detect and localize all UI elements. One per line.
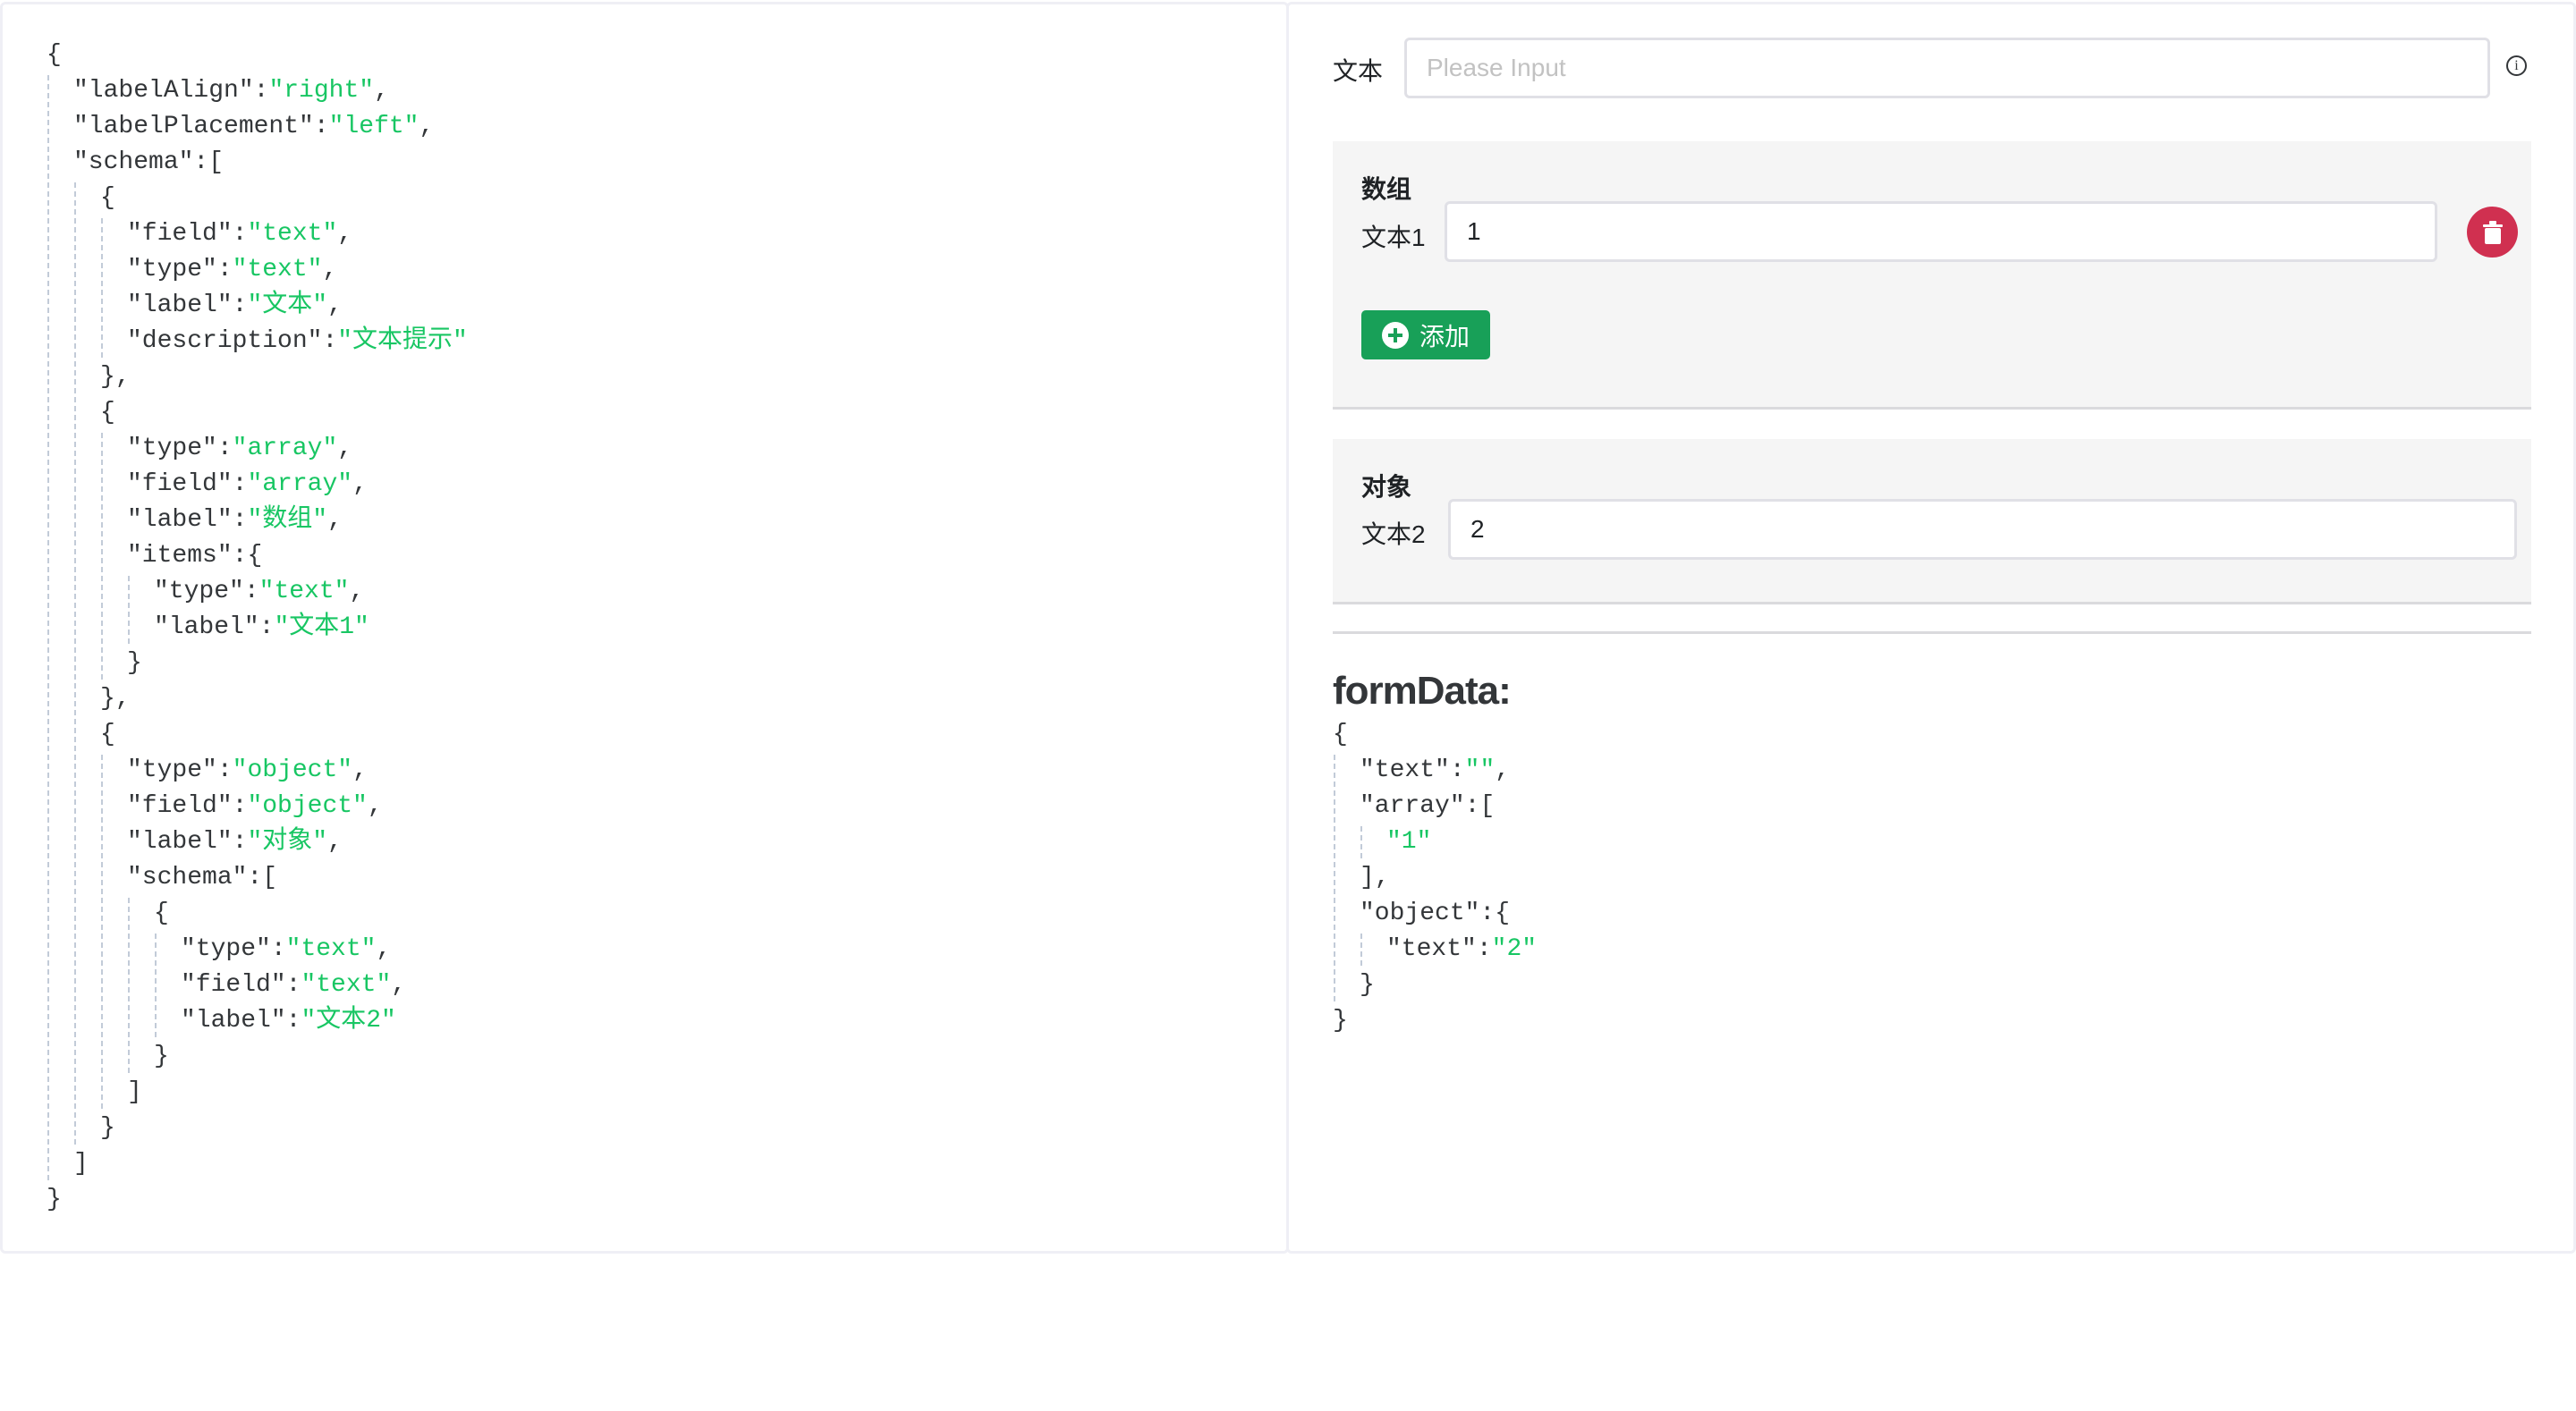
object-field-label: 文本2 bbox=[1361, 520, 1426, 548]
code-line: "items":{ bbox=[127, 542, 263, 570]
code-line: "field":"object", bbox=[127, 792, 383, 820]
code-line: { bbox=[1333, 721, 1348, 748]
info-circle-icon[interactable]: i bbox=[2506, 55, 2527, 76]
object-field-input[interactable]: 2 bbox=[1448, 499, 2517, 560]
code-line: }, bbox=[100, 685, 131, 713]
code-line: "1" bbox=[1386, 828, 1432, 856]
code-line: "text":"", bbox=[1360, 756, 1511, 784]
code-line: "text":"2" bbox=[1386, 935, 1538, 963]
indent-guide bbox=[155, 934, 157, 1037]
add-item-label: 添加 bbox=[1419, 322, 1470, 351]
code-line: { bbox=[100, 184, 115, 212]
indent-guide bbox=[1360, 934, 1362, 966]
indent-guide bbox=[101, 755, 103, 1109]
array-item-label: 文本1 bbox=[1361, 224, 1426, 251]
code-line: "array":[ bbox=[1360, 792, 1496, 820]
code-line: "schema":[ bbox=[73, 148, 225, 176]
code-line: "labelPlacement":"left", bbox=[73, 113, 435, 140]
code-line: "label":"文本", bbox=[127, 291, 343, 319]
code-line: }, bbox=[100, 363, 131, 391]
code-line: "label":"文本1" bbox=[154, 613, 369, 641]
code-line: { bbox=[47, 41, 62, 69]
code-line: ] bbox=[73, 1150, 89, 1178]
indent-guide bbox=[128, 576, 130, 644]
object-group-title: 对象 bbox=[1361, 473, 1412, 501]
code-line: "type":"text", bbox=[154, 578, 365, 605]
plus-circle-icon bbox=[1381, 321, 1409, 349]
code-line: } bbox=[47, 1186, 62, 1213]
code-line: } bbox=[1360, 971, 1375, 999]
code-line: "field":"array", bbox=[127, 470, 368, 498]
indent-guide bbox=[128, 898, 130, 1073]
indent-guide bbox=[1334, 755, 1335, 1001]
code-line: "label":"对象", bbox=[127, 828, 343, 856]
code-line: "object":{ bbox=[1360, 900, 1511, 927]
indent-guide bbox=[47, 75, 49, 1180]
indent-guide bbox=[74, 182, 76, 1145]
code-line: { bbox=[100, 721, 115, 748]
code-line: "labelAlign":"right", bbox=[73, 77, 389, 105]
delete-item-button[interactable] bbox=[2467, 207, 2518, 258]
code-line: "type":"array", bbox=[127, 435, 353, 462]
code-line: "description":"文本提示" bbox=[127, 327, 468, 355]
code-line: "field":"text", bbox=[127, 220, 353, 248]
code-line: { bbox=[154, 900, 169, 927]
code-line: "type":"object", bbox=[127, 756, 368, 784]
array-item-input[interactable]: 1 bbox=[1445, 201, 2437, 262]
code-line: } bbox=[100, 1114, 115, 1142]
code-line: ] bbox=[127, 1078, 142, 1106]
array-group-title: 数组 bbox=[1361, 175, 1412, 203]
code-line: "label":"数组", bbox=[127, 506, 343, 534]
trash-icon bbox=[2482, 220, 2503, 244]
text-field-label: 文本 bbox=[1333, 57, 1384, 85]
code-line: "type":"text", bbox=[181, 935, 392, 963]
indent-guide bbox=[101, 433, 103, 680]
add-item-button[interactable]: 添加 bbox=[1361, 310, 1490, 359]
code-line: ], bbox=[1360, 864, 1390, 891]
code-line: } bbox=[1333, 1007, 1348, 1035]
code-line: "type":"text", bbox=[127, 256, 338, 283]
indent-guide bbox=[1360, 826, 1362, 858]
code-line: { bbox=[100, 399, 115, 427]
code-line: "schema":[ bbox=[127, 864, 278, 891]
indent-guide bbox=[101, 218, 103, 358]
formdata-heading: formData: bbox=[1333, 669, 1512, 713]
code-line: } bbox=[127, 649, 142, 677]
code-line: "label":"文本2" bbox=[181, 1007, 396, 1035]
divider bbox=[1333, 631, 2531, 634]
text-input[interactable]: Please Input bbox=[1404, 38, 2490, 98]
array-group bbox=[1333, 141, 2531, 410]
code-line: "field":"text", bbox=[181, 971, 407, 999]
code-line: } bbox=[154, 1043, 169, 1070]
